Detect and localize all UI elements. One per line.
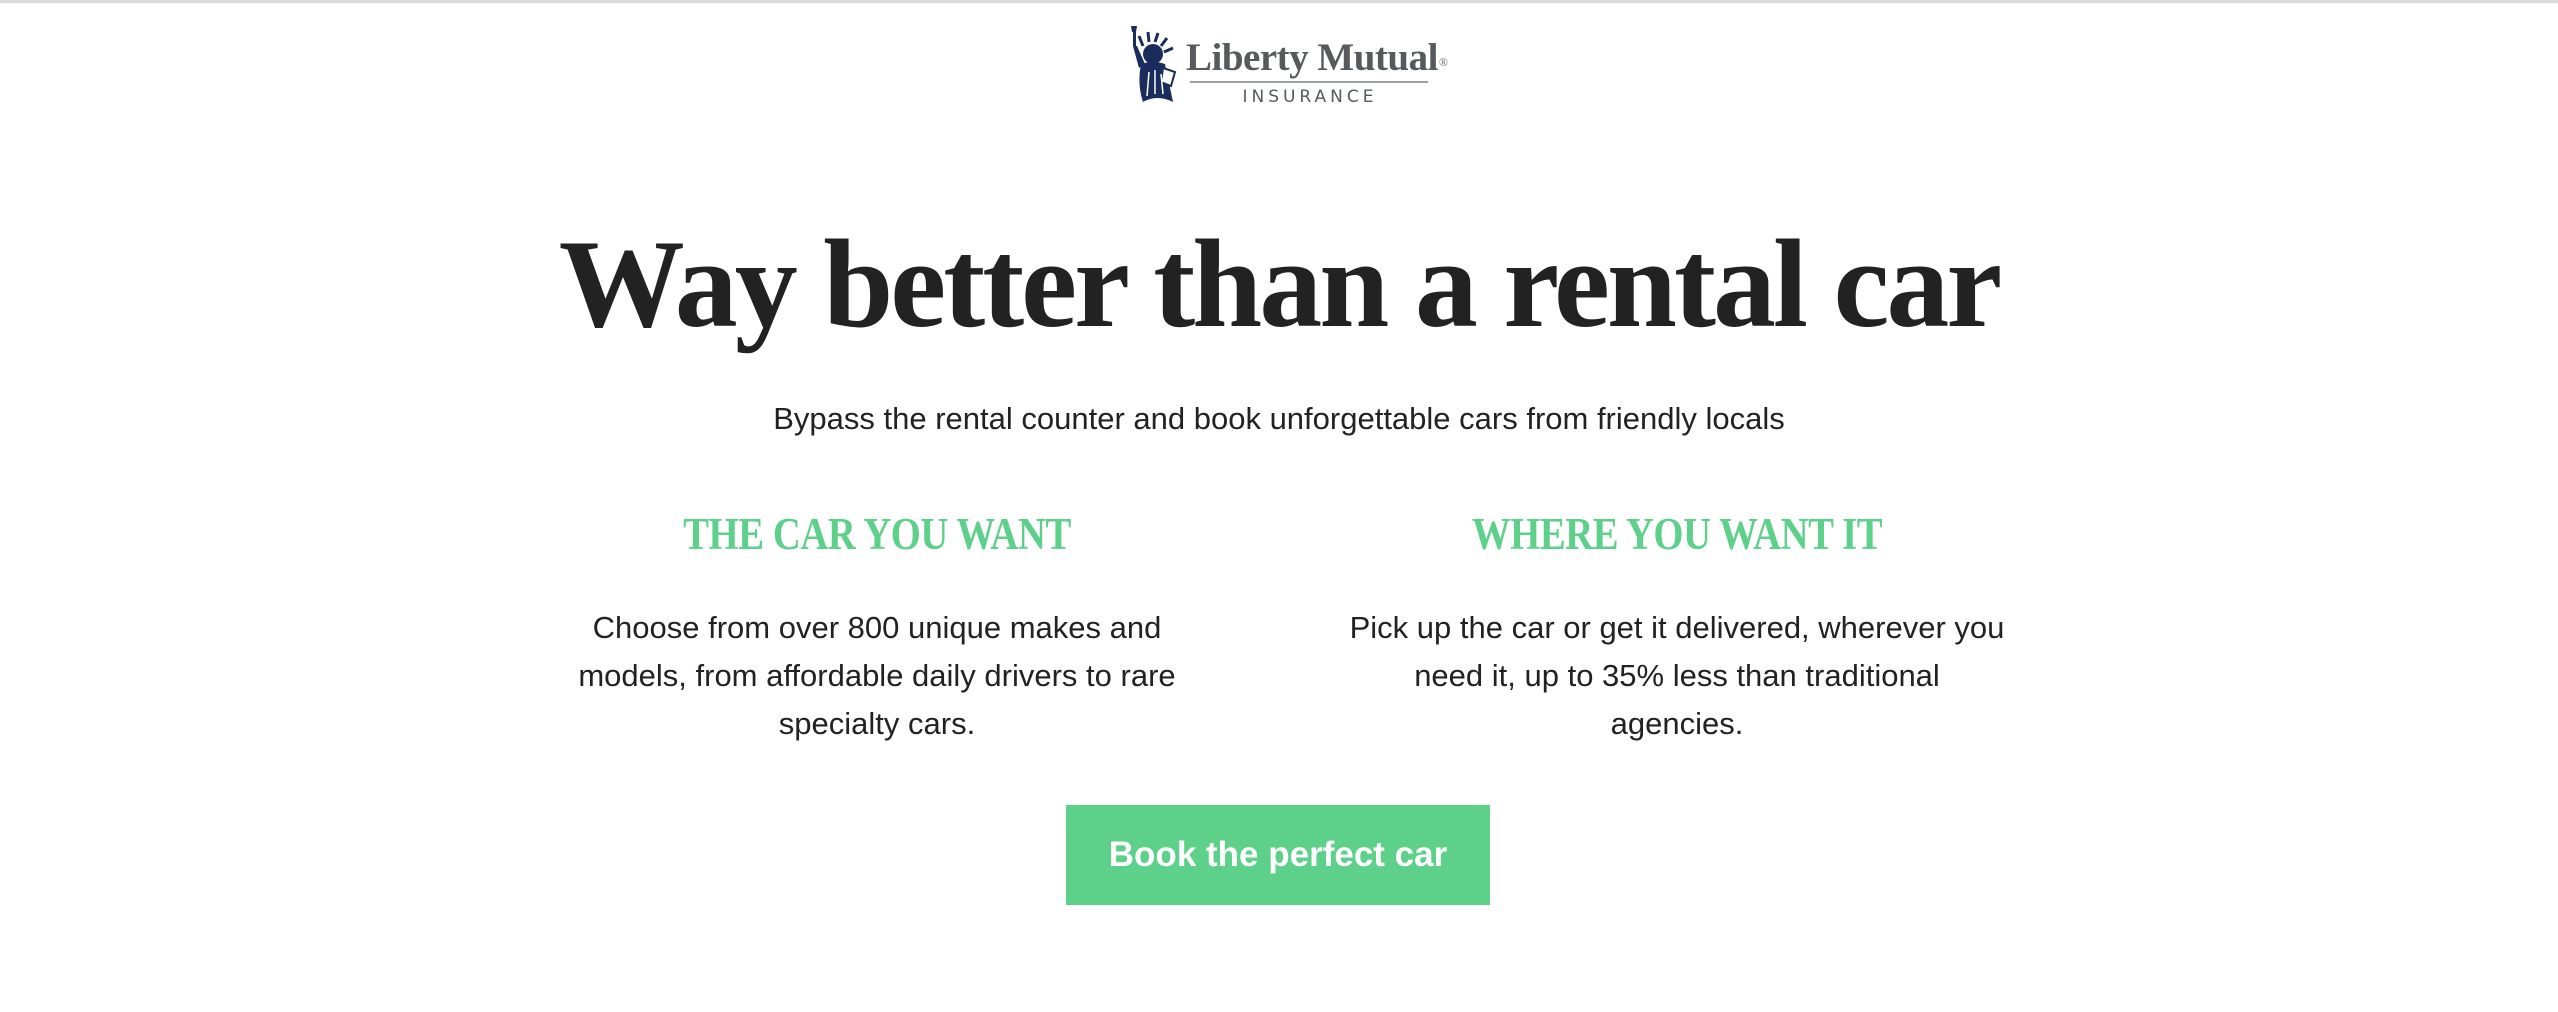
feature-description: Pick up the car or get it delivered, whe… <box>1349 610 2005 741</box>
top-border <box>0 0 2558 3</box>
logo-divider <box>1190 81 1428 83</box>
book-the-perfect-car-button[interactable]: Book the perfect car <box>1066 805 1490 905</box>
registered-mark: ® <box>1438 55 1448 69</box>
feature-where-you-want-it: WHERE YOU WANT IT Pick up the car or get… <box>1337 500 2017 748</box>
liberty-mutual-logo[interactable]: Liberty Mutual® INSURANCE <box>1123 24 1448 110</box>
feature-car-you-want: THE CAR YOU WANT Choose from over 800 un… <box>537 500 1217 748</box>
logo-brand-text: Liberty Mutual® <box>1186 36 1448 79</box>
hero-subheadline: Bypass the rental counter and book unfor… <box>773 401 1785 436</box>
statue-of-liberty-icon <box>1131 26 1177 102</box>
feature-title: THE CAR YOU WANT <box>683 509 1071 559</box>
feature-description: Choose from over 800 unique makes and mo… <box>578 610 1176 741</box>
feature-title: WHERE YOU WANT IT <box>1471 509 1883 559</box>
logo-subtitle: INSURANCE <box>1242 87 1378 107</box>
hero-headline: Way better than a rental car <box>558 215 2003 354</box>
